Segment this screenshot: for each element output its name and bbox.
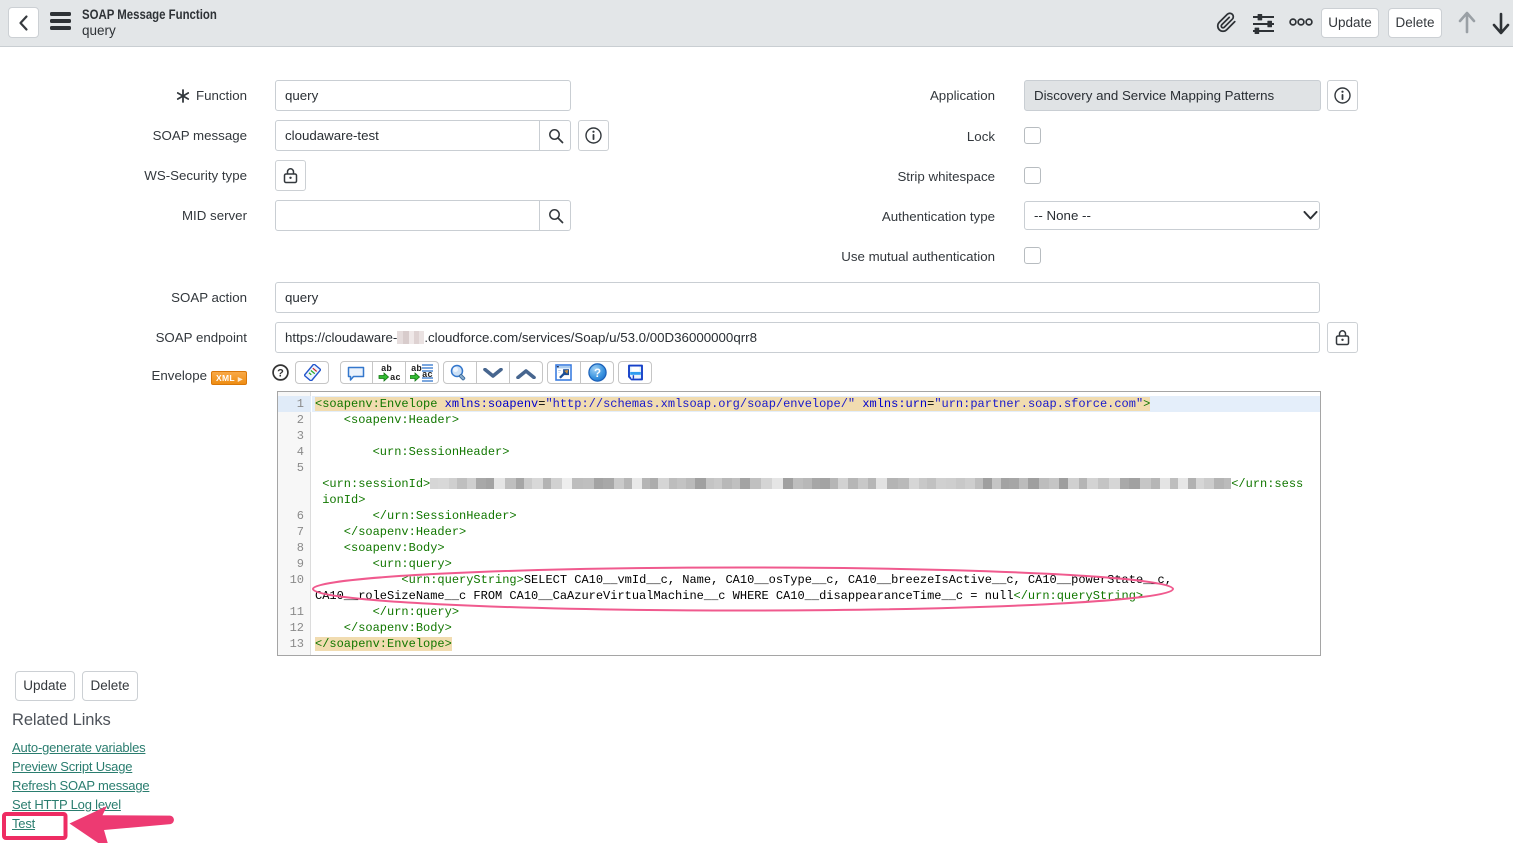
svg-text:?: ? xyxy=(277,367,284,379)
svg-text:ab: ab xyxy=(411,364,422,374)
svg-text:ac: ac xyxy=(390,373,400,382)
svg-text:ac: ac xyxy=(422,370,433,380)
svg-text:?: ? xyxy=(594,368,601,380)
